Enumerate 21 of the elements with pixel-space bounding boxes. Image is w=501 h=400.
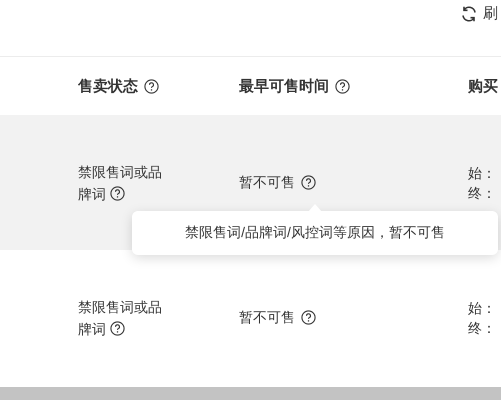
- tooltip-text: 禁限售词/品牌词/风控词等原因，暂不可售: [185, 224, 445, 242]
- help-icon[interactable]: [144, 78, 159, 94]
- help-icon[interactable]: [301, 175, 316, 190]
- help-icon[interactable]: [301, 310, 316, 325]
- column-header: 购买: [468, 76, 498, 96]
- period-end-label: 终：: [468, 184, 496, 202]
- period-start-label: 始：: [468, 298, 496, 318]
- status-text: 禁限售词或品牌词: [78, 162, 163, 204]
- column-header: 最早可售时间: [239, 76, 329, 96]
- refresh-icon: [460, 4, 478, 22]
- column-header: 售卖状态: [78, 76, 138, 96]
- help-icon[interactable]: [110, 320, 125, 336]
- period-end-label: 终：: [468, 318, 496, 338]
- help-icon[interactable]: [335, 78, 350, 94]
- status-text: 禁限售词或品牌词: [78, 298, 163, 338]
- refresh-button[interactable]: 刷: [460, 4, 501, 23]
- scrollbar[interactable]: [0, 387, 501, 400]
- sale-time-text: 暂不可售: [239, 308, 295, 326]
- help-icon[interactable]: [110, 186, 125, 200]
- period-start-label: 始：: [468, 164, 496, 182]
- sale-time-text: 暂不可售: [239, 174, 295, 192]
